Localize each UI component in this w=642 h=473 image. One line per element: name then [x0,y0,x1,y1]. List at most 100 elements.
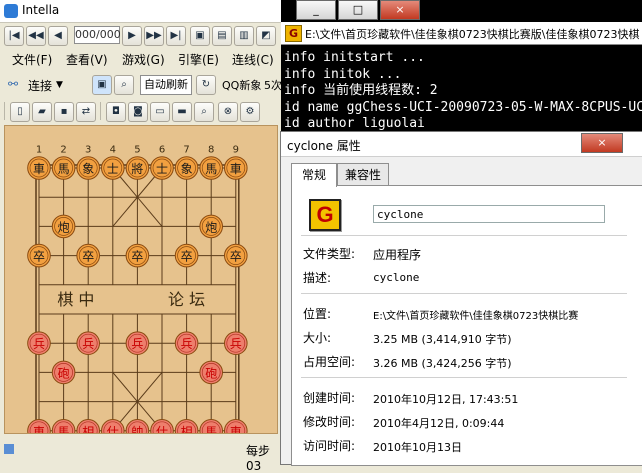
prev-move-icon[interactable]: ◀◀ [26,26,46,46]
disk-size-value: 3.26 MB (3,424,256 字节) [373,357,512,370]
chess-piece-label: 車 [33,162,45,176]
status-text: 每步03 [246,444,271,473]
accessed-label: 访问时间: [303,439,356,453]
river-text: 棋 中 [57,290,94,309]
last-move-icon[interactable]: ▶| [166,26,186,46]
copy-icon[interactable]: ▣ [190,26,210,46]
chess-piece-label: 相 [181,425,193,433]
location-label: 位置: [303,307,332,321]
black-player-icon[interactable]: ◙ [128,102,148,122]
monitor-icon[interactable]: ▣ [92,75,112,95]
tab-compatibility[interactable]: 兼容性 [337,163,389,186]
console-line: id name ggChess-UCI-20090723-05-W-MAX-8C… [284,99,642,115]
step-back-icon[interactable]: ◀ [48,26,68,46]
console-line: info initstart ... [284,50,425,65]
navigation-toolbar: |◀ ◀◀ ◀ 000/000 ▶ ▶▶ ▶| ▣ ▤ ▥ ◩ [0,24,282,46]
file-number-top: 4 [110,145,116,156]
menu-bar: 文件(F) 查看(V) 游戏(G) 引擎(E) 连线(C) [0,48,282,70]
menu-view[interactable]: 查看(V) [66,51,108,68]
export-icon[interactable]: ◩ [256,26,276,46]
book-icon[interactable]: ▥ [234,26,254,46]
chess-piece-label: 卒 [82,250,94,264]
connect-menu[interactable]: 连接 [28,77,52,94]
step-forward-icon[interactable]: ▶ [122,26,142,46]
accessed-value: 2010年10月13日 [373,441,462,454]
console-g-icon: G [285,25,302,42]
chess-piece-label: 士 [107,162,119,176]
modified-value: 2010年4月12日, 0:09:44 [373,417,505,430]
menu-file[interactable]: 文件(F) [12,51,52,68]
chess-piece-label: 馬 [205,162,217,176]
qq-label: QQ新象 [222,79,262,92]
location-value: E:\文件\首页珍藏软件\佳佳象棋0723快棋比赛 [373,311,579,322]
file-number-top: 9 [233,145,239,156]
size-label: 大小: [303,331,332,345]
board-grid: 棋 中论 坛123456789九八七六五四三二一車馬象士將士象馬車炮炮卒卒卒卒卒… [27,145,248,433]
divider [301,293,627,294]
river-text: 论 坛 [168,290,205,309]
menu-connect[interactable]: 连线(C) [232,51,274,68]
chess-piece-label: 馬 [58,162,70,176]
minimize-button[interactable]: _ [296,0,336,20]
save-icon[interactable]: ▪ [54,102,74,122]
refresh-icon[interactable]: ↻ [196,75,216,95]
chess-piece-label: 象 [181,162,193,176]
red-player-icon[interactable]: ◘ [106,102,126,122]
chess-piece-label: 馬 [205,425,217,433]
menu-game[interactable]: 游戏(G) [122,51,165,68]
magnifier-icon[interactable]: ⌕ [114,75,134,95]
file-type-label: 文件类型: [303,247,356,261]
file-toolbar: ▯ ▰ ▪ ⇄ ◘ ◙ ▭ ▬ ⌕ ⊗ ⚙ [0,100,282,122]
chess-board[interactable]: 棋 中论 坛123456789九八七六五四三二一車馬象士將士象馬車炮炮卒卒卒卒卒… [4,125,278,434]
new-file-icon[interactable]: ▯ [10,102,30,122]
chess-piece-label: 卒 [131,250,143,264]
menu-engine[interactable]: 引擎(E) [178,51,219,68]
chess-piece-label: 車 [33,425,45,433]
chess-piece-label: 兵 [230,337,242,351]
chess-piece-label: 砲 [58,366,70,380]
divider [301,235,627,236]
move-counter: 000/000 [74,26,121,44]
settings-icon[interactable]: ⚙ [240,102,260,122]
stop-icon[interactable]: ⊗ [218,102,238,122]
size-value: 3.25 MB (3,414,910 字节) [373,333,512,346]
file-type-value: 应用程序 [373,248,422,262]
printer-icon[interactable]: ▬ [172,102,192,122]
console-line: info 当前使用线程数: 2 [284,83,438,98]
properties-close-button[interactable]: × [581,133,623,153]
first-move-icon[interactable]: |◀ [4,26,24,46]
chess-piece-label: 炮 [205,220,217,234]
chess-piece-label: 兵 [131,337,143,351]
toolbar-separator [100,102,101,120]
file-number-top: 7 [183,145,189,156]
chess-piece-label: 卒 [181,250,193,264]
chess-piece-label: 相 [82,425,94,433]
disk-size-label: 占用空间: [303,355,356,369]
chess-piece-label: 兵 [181,337,193,351]
file-number-top: 1 [36,145,42,156]
file-number-top: 6 [159,145,165,156]
status-icon [4,444,14,454]
app-title: Intella [22,3,60,17]
chevron-down-icon[interactable]: ▼ [56,80,63,90]
console-line: info initok ... [284,66,402,82]
divider [301,377,627,378]
app-icon [4,4,18,18]
modified-label: 修改时间: [303,415,356,429]
chess-piece-label: 砲 [205,366,217,380]
paste-icon[interactable]: ▤ [212,26,232,46]
tab-general[interactable]: 常规 [291,163,337,187]
file-name-field[interactable]: cyclone [373,205,605,223]
maximize-button[interactable]: □ [338,0,378,20]
computer-icon[interactable]: ▭ [150,102,170,122]
search-icon[interactable]: ⌕ [194,102,214,122]
console-title: E:\文件\首页珍藏软件\佳佳象棋0723快棋比赛版\佳佳象棋0723快棋 [305,28,640,41]
created-label: 创建时间: [303,391,356,405]
auto-refresh-button[interactable]: 自动刷新 [140,75,192,95]
close-button[interactable]: × [380,0,420,20]
open-folder-icon[interactable]: ▰ [32,102,52,122]
next-move-icon[interactable]: ▶▶ [144,26,164,46]
flip-board-icon[interactable]: ⇄ [76,102,96,122]
xiangqi-app-window: Intella |◀ ◀◀ ◀ 000/000 ▶ ▶▶ ▶| ▣ ▤ ▥ ◩ … [0,0,282,473]
console-output: info initstart ... info initok ... info … [284,50,642,133]
